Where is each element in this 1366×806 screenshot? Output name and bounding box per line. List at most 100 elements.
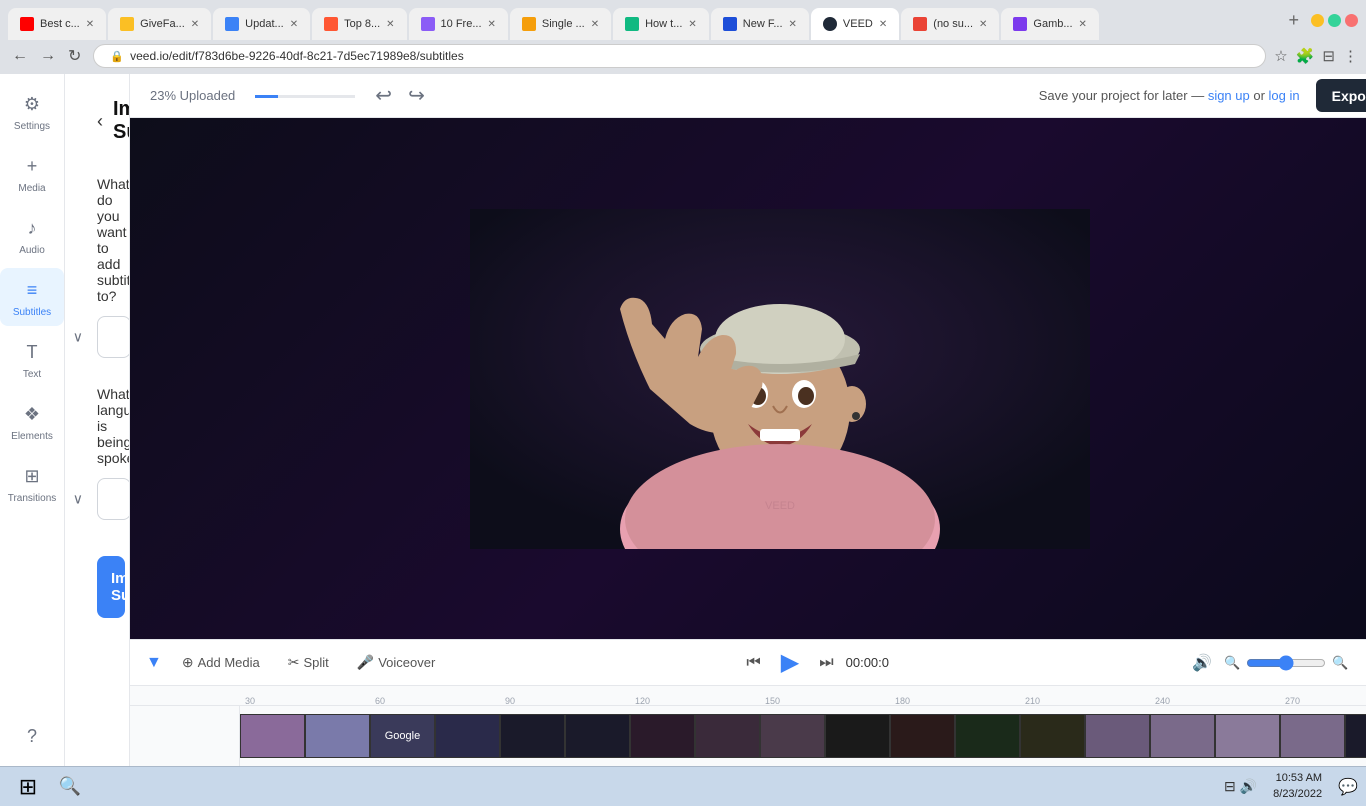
import-subtitles-button[interactable]: Import Subtitles	[97, 556, 125, 618]
tab-10free[interactable]: 10 Fre...✕	[409, 8, 508, 40]
tab-close-icon[interactable]: ✕	[789, 19, 797, 30]
sidebar-label-audio: Audio	[19, 245, 45, 256]
video-preview: VEED	[130, 118, 1366, 639]
settings-icon: ⚙	[18, 90, 46, 118]
elements-icon: ❖	[18, 400, 46, 428]
tab-close-icon[interactable]: ✕	[979, 19, 987, 30]
filter-icon[interactable]: ▼	[146, 654, 162, 672]
tab-close-icon[interactable]: ✕	[290, 19, 298, 30]
sidebar-item-media[interactable]: +Media	[0, 144, 64, 202]
sidebar-item-subtitles[interactable]: ≡Subtitles	[0, 268, 64, 326]
close-button[interactable]	[1345, 14, 1358, 27]
tab-close-icon[interactable]: ✕	[879, 19, 887, 30]
tab-title: Updat...	[245, 18, 284, 30]
tab-title: (no su...	[933, 18, 973, 30]
new-tab-button[interactable]: +	[1288, 10, 1299, 31]
fit-button[interactable]: Fit	[1360, 654, 1366, 672]
sidebar-item-audio[interactable]: ♪Audio	[0, 206, 64, 264]
zoom-out-icon[interactable]: 🔍	[1224, 655, 1240, 671]
tab-close-icon[interactable]: ✕	[488, 19, 496, 30]
video-thumbs: Google	[240, 714, 1366, 758]
undo-button[interactable]: ↩	[371, 81, 396, 110]
export-button[interactable]: Export ↗	[1316, 79, 1366, 112]
start-button[interactable]: ⊞	[8, 771, 48, 803]
zoom-slider[interactable]	[1246, 655, 1326, 671]
reload-button[interactable]: ↻	[64, 44, 85, 68]
subtitles-icon: ≡	[18, 276, 46, 304]
tab-title: GiveFa...	[140, 18, 185, 30]
back-nav-button[interactable]: ←	[8, 45, 32, 67]
extension-icon[interactable]: 🧩	[1296, 47, 1315, 65]
forward-nav-button[interactable]: →	[36, 45, 60, 67]
skip-forward-button[interactable]: ⏭	[819, 654, 833, 672]
tab-close-icon[interactable]: ✕	[688, 19, 696, 30]
skip-back-button[interactable]: ⏮	[746, 654, 760, 672]
add-media-button[interactable]: ⊕ Add Media	[174, 650, 268, 675]
tab-favicon	[1013, 17, 1027, 31]
thumb-1	[240, 714, 305, 758]
sidebar-item-settings[interactable]: ⚙Settings	[0, 82, 64, 140]
url-bar[interactable]: 🔒 veed.io/edit/f783d6be-9226-40df-8c21-7…	[93, 44, 1266, 68]
sidebar-item-transitions[interactable]: ⊞Transitions	[0, 454, 64, 512]
voiceover-button[interactable]: 🎤 Voiceover	[349, 650, 444, 675]
ruler-track: 306090120150180210240270	[240, 688, 1366, 706]
ruler-mark: 30	[245, 696, 255, 706]
thumb-11	[890, 714, 955, 758]
tab-close-icon[interactable]: ✕	[1079, 19, 1087, 30]
tab-monday[interactable]: Top 8...✕	[312, 8, 406, 40]
thumb-14	[1085, 714, 1150, 758]
window-controls	[1311, 14, 1358, 27]
thumb-9	[760, 714, 825, 758]
zoom-in-icon[interactable]: 🔍	[1332, 655, 1348, 671]
tab-title: Best c...	[40, 18, 80, 30]
sidebar-label-transitions: Transitions	[8, 493, 57, 504]
notification-button[interactable]: 💬	[1338, 777, 1358, 797]
redo-button[interactable]: ↪	[404, 81, 429, 110]
play-button[interactable]: ▶	[773, 648, 807, 677]
taskbar-search-button[interactable]: 🔍	[52, 771, 88, 803]
ruler-mark: 210	[1025, 696, 1040, 706]
maximize-button[interactable]	[1328, 14, 1341, 27]
sign-up-link[interactable]: sign up	[1208, 88, 1250, 103]
video-select[interactable]: Don't attach subtitles to a specific vid…	[97, 316, 130, 358]
split-button[interactable]: ✂ Split	[280, 650, 337, 675]
tab-gamb[interactable]: Gamb...✕	[1001, 8, 1099, 40]
language-select[interactable]: English	[97, 478, 130, 520]
ruler-mark: 60	[375, 696, 385, 706]
url-text: veed.io/edit/f783d6be-9226-40df-8c21-7d5…	[130, 49, 1249, 63]
timeline-tracks: Google	[130, 706, 1366, 766]
save-text: Save your project for later — sign up or…	[1039, 88, 1300, 103]
upload-status: 23% Uploaded	[150, 88, 235, 103]
profile-menu-icon[interactable]: ⊟	[1322, 47, 1335, 65]
sidebar-item-text[interactable]: TText	[0, 330, 64, 388]
tab-updates[interactable]: Updat... ✕	[213, 8, 310, 40]
volume-icon[interactable]: 🔊	[1192, 653, 1212, 673]
tab-newf[interactable]: New F... ✕	[711, 8, 809, 40]
tab-close-icon[interactable]: ✕	[591, 19, 599, 30]
tab-gmail[interactable]: (no su... ✕	[901, 8, 999, 40]
taskbar: ⊞ 🔍 ⊟ 🔊 10:53 AM 8/23/2022 💬	[0, 766, 1366, 806]
tab-close-icon[interactable]: ✕	[386, 19, 394, 30]
bookmark-icon[interactable]: ☆	[1274, 47, 1287, 65]
thumb-16	[1215, 714, 1280, 758]
tab-title: New F...	[743, 18, 783, 30]
tab-close-icon[interactable]: ✕	[86, 19, 94, 30]
tab-close-icon[interactable]: ✕	[191, 19, 199, 30]
tab-howt[interactable]: How t...✕	[613, 8, 709, 40]
ruler-mark: 270	[1285, 696, 1300, 706]
tab-givefb[interactable]: GiveFa... ✕	[108, 8, 211, 40]
sidebar-help-button[interactable]: ?	[0, 714, 64, 758]
tab-title: Single ...	[542, 18, 585, 30]
tab-favicon	[421, 17, 435, 31]
log-in-link[interactable]: log in	[1269, 88, 1300, 103]
back-button[interactable]: ‹	[97, 111, 103, 132]
tab-yt[interactable]: Best c... ✕	[8, 8, 106, 40]
thumb-18	[1345, 714, 1366, 758]
tab-veed[interactable]: VEED✕	[811, 8, 899, 40]
minimize-button[interactable]	[1311, 14, 1324, 27]
thumb-7	[630, 714, 695, 758]
tab-favicon	[324, 17, 338, 31]
sidebar-item-elements[interactable]: ❖Elements	[0, 392, 64, 450]
tab-single[interactable]: Single ... ✕	[510, 8, 611, 40]
browser-menu-icon[interactable]: ⋮	[1343, 47, 1358, 65]
